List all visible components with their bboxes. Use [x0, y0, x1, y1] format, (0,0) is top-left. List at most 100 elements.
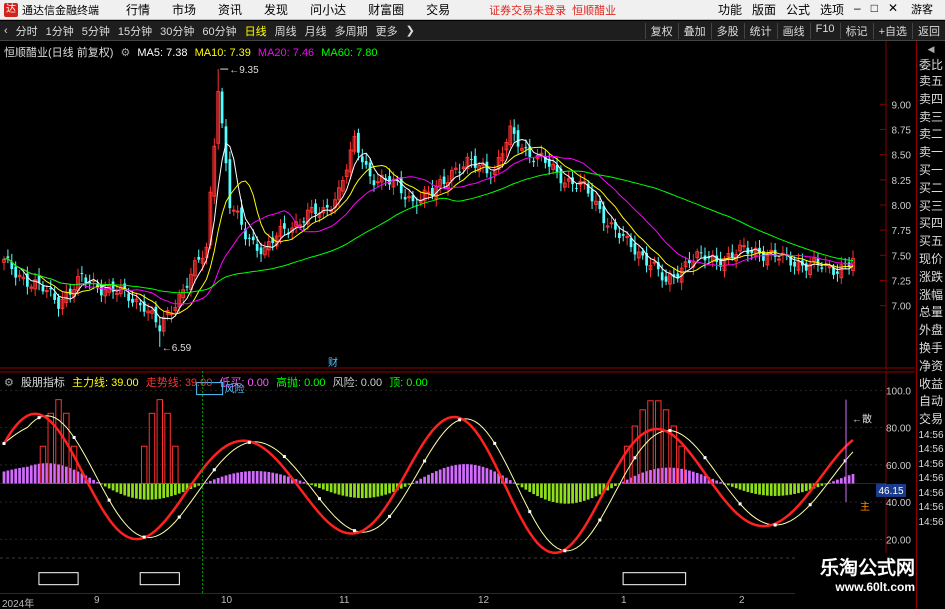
ma10-line — [3, 146, 853, 315]
back-arrow-icon[interactable]: ‹ — [0, 25, 12, 37]
indicator-histogram-bar — [181, 483, 185, 493]
indicator-histogram-bar — [333, 483, 337, 494]
side-field-label: 收益 — [918, 376, 943, 391]
indicator-histogram-bar — [349, 483, 352, 498]
candle-body-down — [699, 252, 703, 254]
indicator-settings-icon[interactable]: ⚙ — [4, 377, 14, 389]
indicator-chart[interactable]: 100.080.0060.0040.0020.00风险←散主46.15 — [0, 371, 915, 593]
price-tick-label: 9.00 — [892, 100, 912, 111]
candle-body-down — [516, 130, 520, 147]
indicator-histogram-bar — [224, 475, 228, 484]
gear-icon[interactable]: ⚙ — [120, 47, 130, 59]
menu-item-markets[interactable]: 市场 — [161, 1, 207, 18]
chevron-right-icon[interactable]: ❯ — [402, 24, 419, 37]
period-60min[interactable]: 60分钟 — [198, 23, 240, 39]
indicator-histogram-bar — [505, 477, 508, 484]
candle-body-down — [524, 147, 528, 149]
candle-body-down — [816, 258, 820, 265]
indicator-histogram-bar — [656, 468, 660, 484]
indicator-tick-label: 40.00 — [886, 498, 911, 509]
period-multi[interactable]: 多周期 — [331, 23, 372, 39]
candle-body-up — [235, 210, 240, 213]
indicator-column — [148, 412, 156, 484]
draw-line-button[interactable]: 画线 — [776, 22, 810, 39]
menu-formula[interactable]: 公式 — [781, 1, 815, 18]
indicator-histogram-bar — [18, 467, 21, 484]
menu-item-wealth[interactable]: 财富圈 — [357, 1, 415, 18]
guest-label[interactable]: 游客 — [903, 1, 945, 18]
menu-item-trade[interactable]: 交易 — [415, 1, 461, 18]
indicator-histogram-bar — [197, 483, 201, 486]
menu-item-market[interactable]: 行情 — [115, 1, 161, 18]
adjust-button[interactable]: 复权 — [644, 22, 678, 39]
indicator-histogram-bar — [193, 483, 197, 488]
side-field-label: 买三 — [918, 198, 943, 213]
menu-item-discover[interactable]: 发现 — [253, 1, 299, 18]
candle-body-down — [138, 302, 142, 306]
indicator-dot — [177, 515, 181, 519]
indicator-histogram-bar — [699, 474, 703, 484]
indicator-histogram-bar — [469, 464, 473, 484]
period-15min[interactable]: 15分钟 — [114, 23, 156, 39]
period-30min[interactable]: 30分钟 — [156, 23, 198, 39]
candlestick-chart[interactable]: 9.00 8.75 8.50 8.25 8.00 7.75 7.50 7.25 7.00 ←9.3… — [0, 41, 915, 369]
candle-body-down — [532, 160, 536, 163]
indicator-histogram-bar — [466, 464, 469, 484]
menu-item-news[interactable]: 资讯 — [207, 1, 253, 18]
indicator-histogram-bar — [680, 468, 684, 484]
candle-body-up — [609, 222, 614, 225]
price-tick-label: 8.25 — [892, 176, 912, 187]
period-weekly[interactable]: 周线 — [271, 23, 301, 39]
multi-stock-button[interactable]: 多股 — [710, 22, 744, 39]
indicator-histogram-bar — [582, 483, 586, 501]
indicator-histogram-bar — [547, 483, 551, 501]
indicator-histogram-bar — [14, 468, 18, 484]
indicator-histogram-bar — [579, 483, 582, 502]
menu-function[interactable]: 功能 — [713, 1, 747, 18]
menu-options[interactable]: 选项 — [815, 1, 849, 18]
indicator-dot — [493, 441, 497, 445]
indicator-histogram-bar — [357, 483, 360, 498]
f10-button[interactable]: F10 — [809, 22, 840, 39]
period-more[interactable]: 更多 — [372, 23, 402, 39]
side-field-label: 卖三 — [918, 109, 943, 124]
indicator-histogram-bar — [691, 471, 695, 484]
overlay-button[interactable]: 叠加 — [677, 22, 711, 39]
side-collapse-icon[interactable]: ◀ — [917, 41, 945, 57]
date-tick-label: 11 — [339, 595, 350, 606]
mark-button[interactable]: 标记 — [839, 22, 873, 39]
indicator-histogram-bar — [543, 483, 547, 500]
period-tick[interactable]: 分时 — [12, 23, 42, 39]
period-daily[interactable]: 日线 — [241, 23, 271, 39]
return-button[interactable]: 返回 — [912, 22, 945, 39]
indicator-trend-line: 走势线: 39.00 — [145, 377, 213, 389]
indicator-histogram-bar — [337, 483, 341, 495]
candle-body-down — [251, 236, 255, 241]
login-notice[interactable]: 证券交易未登录 — [489, 2, 566, 18]
candle-body-down — [228, 159, 232, 209]
period-monthly[interactable]: 月线 — [301, 23, 331, 39]
indicator-histogram-bar — [26, 466, 29, 484]
menu-layout[interactable]: 版面 — [747, 1, 781, 18]
close-icon[interactable]: ✕ — [883, 1, 903, 18]
indicator-histogram-bar — [275, 473, 278, 484]
indicator-histogram-bar — [672, 467, 676, 484]
minimize-icon[interactable]: ‒ — [849, 1, 866, 18]
stats-button[interactable]: 统计 — [743, 22, 777, 39]
maximize-icon[interactable]: □ — [866, 1, 883, 18]
indicator-histogram-bar — [131, 483, 134, 498]
indicator-histogram-bar — [115, 483, 119, 493]
period-1min[interactable]: 1分钟 — [42, 23, 78, 39]
menu-item-assistant[interactable]: 问小达 — [299, 1, 357, 18]
add-watchlist-button[interactable]: +自选 — [872, 22, 912, 39]
period-5min[interactable]: 5分钟 — [78, 23, 114, 39]
indicator-histogram-bar — [353, 483, 356, 498]
indicator-histogram-bar — [314, 483, 317, 487]
indicator-histogram-bar — [555, 483, 559, 503]
indicator-low-buy: 低买: 0.00 — [219, 377, 269, 389]
indicator-histogram-bar — [146, 483, 150, 500]
indicator-histogram-bar — [625, 479, 629, 484]
candle-body-down — [660, 272, 664, 281]
candle-body-down — [357, 132, 360, 153]
indicator-histogram-bar — [789, 483, 793, 495]
